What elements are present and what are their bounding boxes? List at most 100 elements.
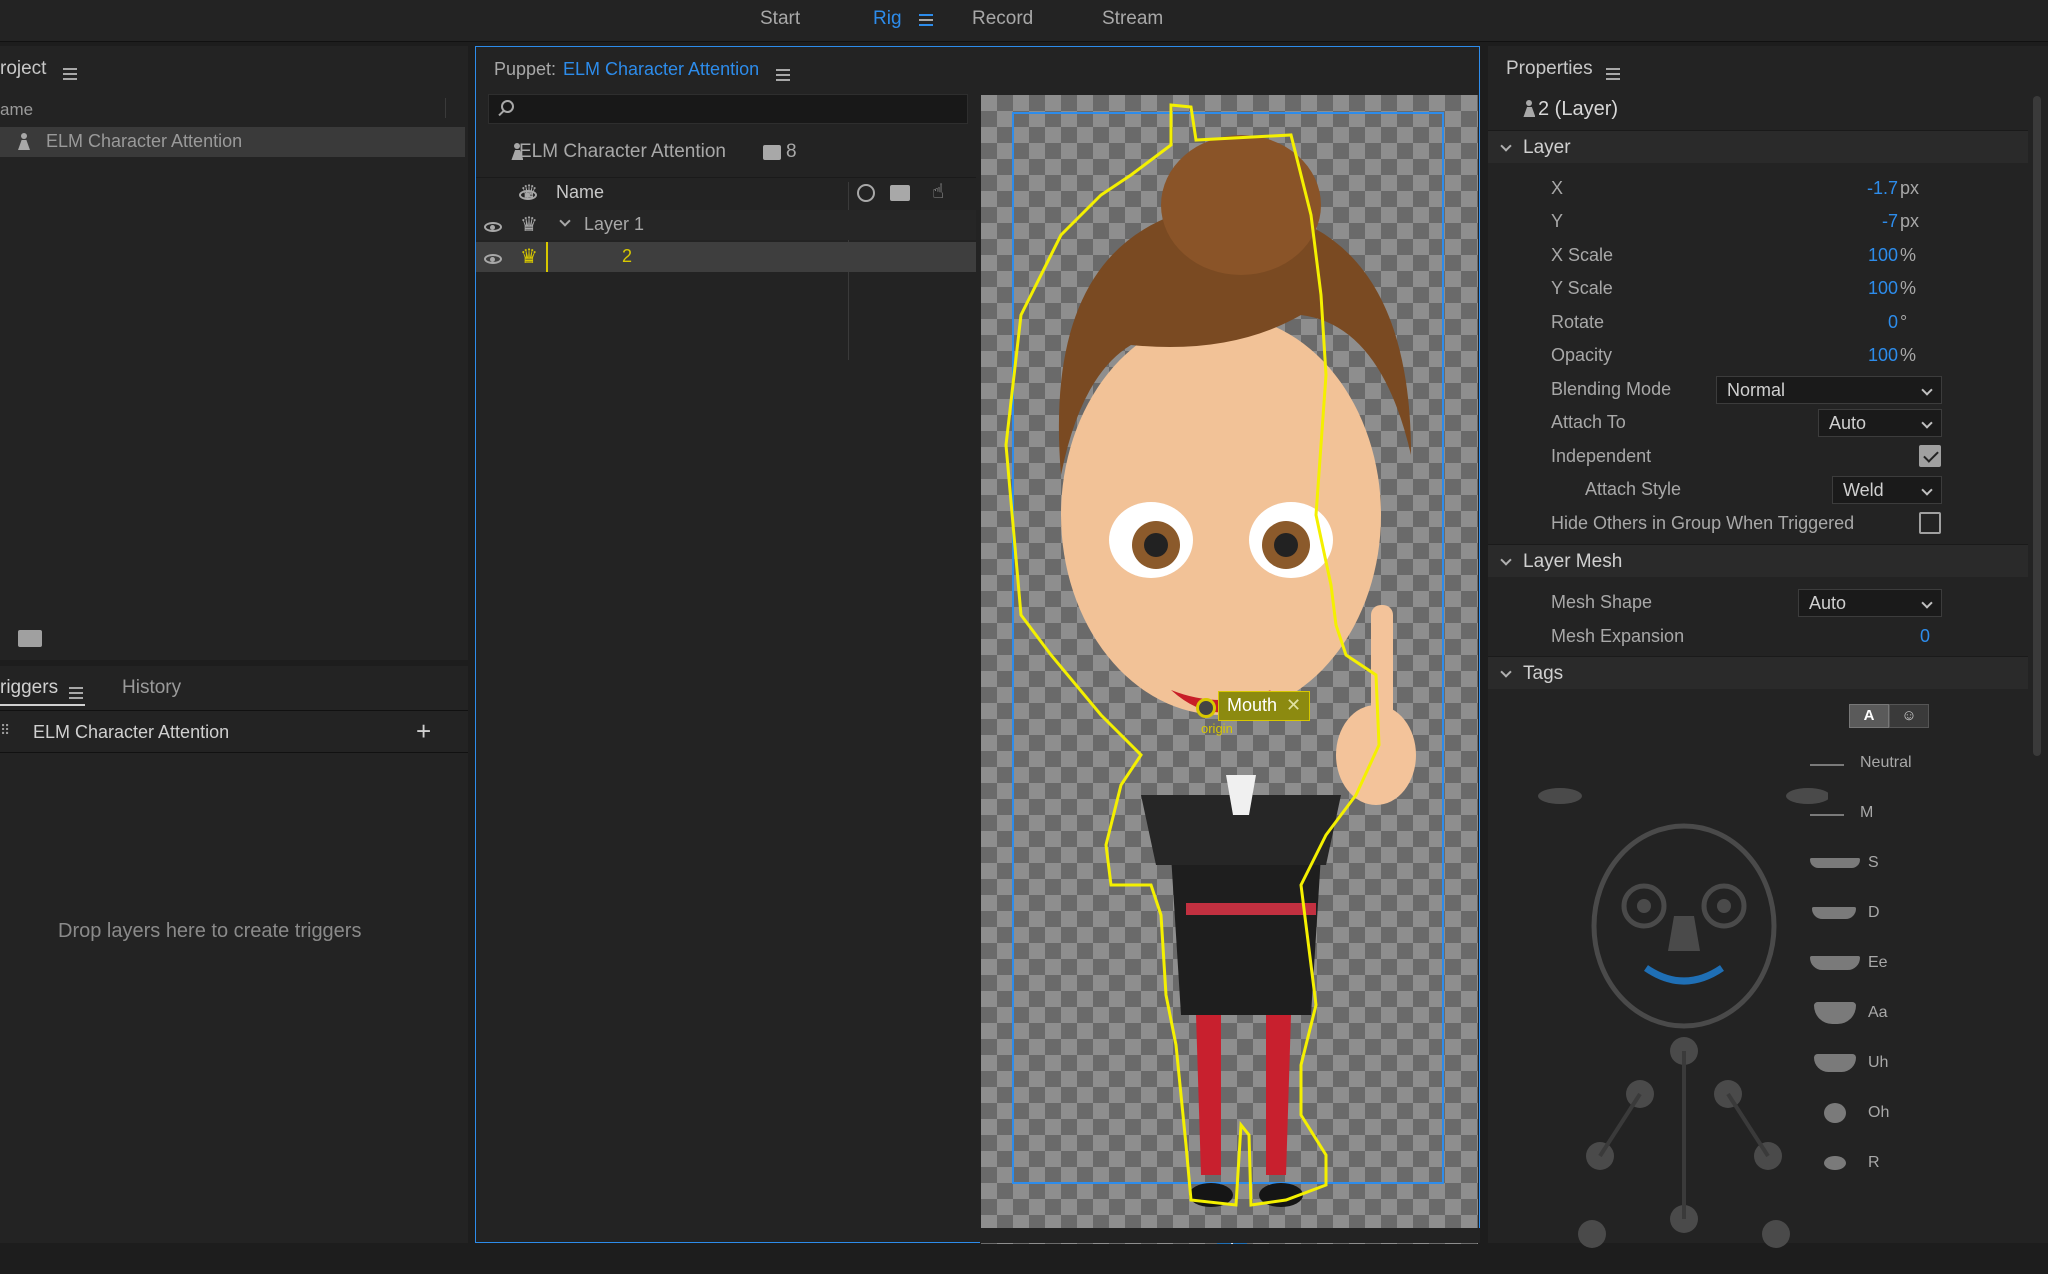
- layer-search-input[interactable]: [488, 94, 968, 124]
- mouth-tag: [1644, 965, 1724, 985]
- crown-icon[interactable]: ♛: [520, 244, 538, 269]
- prop-hide-others-label: Hide Others in Group When Triggered: [1551, 513, 1855, 533]
- attach-to-select[interactable]: Auto: [1818, 409, 1942, 437]
- left-pupil: [1144, 533, 1168, 557]
- layer-column-name[interactable]: Name: [556, 182, 604, 203]
- prop-x-value[interactable]: -1.7: [1867, 178, 1898, 199]
- prop-opacity: Opacity 100%: [1488, 339, 2028, 372]
- prop-opacity-value[interactable]: 100: [1868, 345, 1898, 366]
- viseme-label: D: [1868, 904, 1880, 921]
- prop-rotate-label: Rotate: [1551, 312, 1605, 332]
- folder-icon[interactable]: [18, 630, 42, 647]
- origin-column-icon: [857, 184, 875, 202]
- prop-x: X -1.7 px: [1488, 172, 2028, 205]
- prop-mesh-exp-value[interactable]: 0: [1920, 626, 1930, 647]
- canvas-toolbar[interactable]: [980, 1228, 1480, 1243]
- prop-y: Y -7 px: [1488, 205, 2028, 238]
- chevron-down-icon[interactable]: [559, 215, 571, 227]
- attach-style-value: Weld: [1843, 480, 1884, 500]
- left-leg: [1196, 1015, 1221, 1175]
- visibility-toggle-icon[interactable]: [484, 254, 502, 264]
- blending-mode-select[interactable]: Normal: [1716, 376, 1942, 404]
- puppet-header-name[interactable]: ELM Character Attention: [563, 59, 759, 80]
- workspace-start[interactable]: Start: [760, 8, 800, 30]
- layer-row-group[interactable]: ♛ Layer 1: [476, 210, 976, 240]
- visibility-toggle-icon[interactable]: [484, 222, 502, 232]
- prop-yscale-unit: %: [1900, 278, 1917, 298]
- prop-mesh-shape-label: Mesh Shape: [1551, 592, 1653, 612]
- puppet-artwork: [1004, 103, 1444, 1207]
- blending-mode-value: Normal: [1727, 380, 1786, 400]
- right-arm-tag: [1726, 1092, 1770, 1158]
- workspace-stream[interactable]: Stream: [1102, 8, 1163, 30]
- prop-y-label: Y: [1551, 211, 1564, 231]
- section-layer-mesh[interactable]: Layer Mesh: [1488, 544, 2028, 577]
- tab-underline: [0, 704, 85, 706]
- independent-checkbox[interactable]: [1919, 445, 1941, 467]
- workspace-rig[interactable]: Rig: [873, 8, 902, 30]
- chevron-down-icon: [1500, 140, 1512, 152]
- viseme-mouth-icon: [1810, 764, 1844, 766]
- prop-y-value[interactable]: -7: [1882, 211, 1898, 232]
- tab-history[interactable]: History: [122, 677, 181, 699]
- attach-style-select[interactable]: Weld: [1832, 476, 1942, 504]
- chevron-down-icon: [1500, 666, 1512, 678]
- right-pupil-tag: [1717, 899, 1731, 913]
- tab-triggers[interactable]: riggers: [0, 677, 58, 699]
- face: [1061, 315, 1381, 715]
- workspace-menu-icon[interactable]: [919, 14, 933, 26]
- scrollbar[interactable]: [2033, 96, 2041, 756]
- prop-xscale: X Scale 100%: [1488, 239, 2028, 272]
- project-menu-icon[interactable]: [63, 67, 77, 80]
- prop-rotate-value[interactable]: 0: [1888, 312, 1898, 333]
- puppet-menu-icon[interactable]: [776, 69, 790, 81]
- tag-mode-visual-button[interactable]: ☺: [1889, 704, 1929, 728]
- project-column-name[interactable]: ame: [0, 100, 33, 120]
- properties-menu-icon[interactable]: [1606, 68, 1620, 80]
- section-layer[interactable]: Layer: [1488, 130, 2028, 163]
- puppet-header-prefix: Puppet:: [494, 59, 557, 79]
- chevron-down-icon: [1921, 484, 1933, 496]
- chevron-down-icon: [1500, 554, 1512, 566]
- rig-canvas[interactable]: Mouth ✕ origin +: [981, 95, 1478, 1244]
- project-item-row[interactable]: ELM Character Attention: [0, 127, 465, 157]
- prop-opacity-label: Opacity: [1551, 345, 1613, 365]
- viseme-mouth-icon: [1812, 907, 1856, 919]
- right-leg: [1266, 1015, 1291, 1175]
- section-tags-title: Tags: [1523, 663, 1564, 684]
- chevron-down-icon: [1921, 384, 1933, 396]
- origin-label: origin: [1201, 721, 1233, 736]
- grip-icon[interactable]: ⠿: [0, 722, 10, 739]
- mesh-shape-select[interactable]: Auto: [1798, 589, 1942, 617]
- mouth-tag-label[interactable]: Mouth ✕: [1218, 691, 1311, 721]
- divider: [476, 177, 976, 178]
- dress: [1171, 855, 1321, 1015]
- mouth-handle-icon[interactable]: [1196, 698, 1216, 718]
- right-wrist-tag: [1762, 1220, 1790, 1248]
- selected-item-label: 2 (Layer): [1538, 98, 1619, 120]
- prop-blending-label: Blending Mode: [1551, 379, 1672, 399]
- triggers-empty-text: Drop layers here to create triggers: [58, 920, 362, 942]
- search-icon-handle: [498, 109, 505, 117]
- prop-rotate: Rotate 0 °: [1488, 306, 2028, 339]
- layer-row-selected[interactable]: ♛ 2: [476, 242, 976, 272]
- crown-icon[interactable]: ♛: [520, 212, 538, 237]
- tag-mode-text-button[interactable]: A: [1849, 704, 1889, 728]
- workspace-record[interactable]: Record: [972, 8, 1033, 30]
- prop-attach-to-label: Attach To: [1551, 412, 1626, 432]
- viseme-mouth-icon: [1814, 1054, 1856, 1072]
- prop-mesh-shape: Mesh Shape Auto: [1488, 586, 2028, 619]
- hide-others-checkbox[interactable]: [1919, 512, 1941, 534]
- section-tags[interactable]: Tags: [1488, 656, 2028, 689]
- remove-tag-icon[interactable]: ✕: [1286, 695, 1301, 715]
- properties-panel: Properties 2 (Layer) Layer X -1.7 px Y -7 px…: [1488, 46, 2048, 1248]
- add-trigger-button[interactable]: +: [416, 716, 431, 747]
- tag-face-diagram[interactable]: [1528, 736, 1828, 1256]
- viseme-label: M: [1860, 804, 1874, 821]
- prop-xscale-unit: %: [1900, 245, 1917, 265]
- prop-x-unit: px: [1900, 178, 1920, 198]
- triggers-menu-icon[interactable]: [69, 686, 83, 699]
- selection-indicator: [546, 242, 548, 272]
- prop-xscale-value[interactable]: 100: [1868, 245, 1898, 266]
- prop-yscale-value[interactable]: 100: [1868, 278, 1898, 299]
